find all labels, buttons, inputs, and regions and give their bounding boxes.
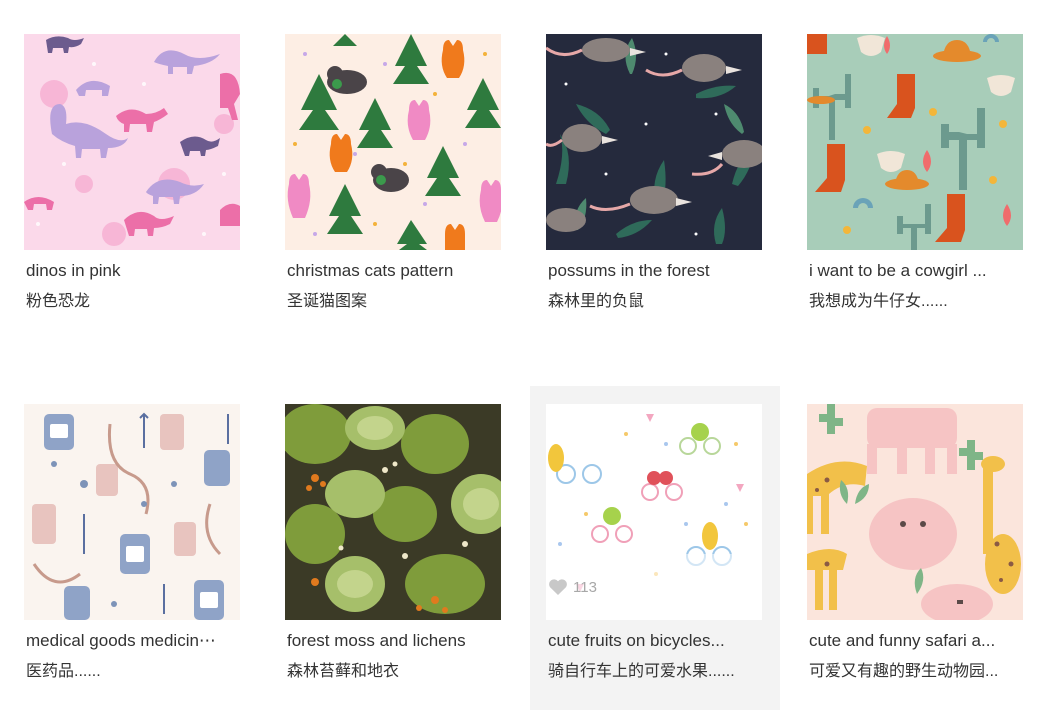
pattern-thumbnail[interactable]	[285, 34, 501, 250]
pattern-title[interactable]: cute and funny safari a...	[809, 630, 1029, 652]
christmas-cats-pattern-image	[285, 34, 501, 250]
pattern-card-possums[interactable]: possums in the forest 森林里的负鼠	[530, 10, 780, 330]
pattern-subtitle: 骑自行车上的可爱水果......	[548, 663, 735, 680]
pattern-subtitle: 圣诞猫图案	[287, 293, 368, 310]
likes-count: 113	[573, 578, 597, 596]
pattern-title[interactable]: medical goods medicin⋯	[26, 630, 246, 652]
pattern-card-fruits-bicycles[interactable]: 113 cute fruits on bicycles... 骑自行车上的可爱水…	[530, 386, 780, 710]
pattern-subtitle: 我想成为牛仔女......	[809, 293, 948, 310]
pattern-subtitle: 粉色恐龙	[26, 293, 91, 310]
possums-pattern-image	[546, 34, 762, 250]
pattern-thumbnail[interactable]	[285, 404, 501, 620]
pattern-card-safari[interactable]: cute and funny safari a... 可爱又有趣的野生动物园..…	[791, 380, 1041, 700]
pattern-title[interactable]: dinos in pink	[26, 260, 246, 282]
likes-counter[interactable]: 113	[548, 578, 597, 596]
medical-pattern-image	[24, 404, 240, 620]
pattern-subtitle: 可爱又有趣的野生动物园...	[809, 663, 999, 680]
pattern-grid: dinos in pink 粉色恐龙 christmas cats patter…	[0, 0, 1045, 710]
pattern-card-forest-moss[interactable]: forest moss and lichens 森林苔藓和地衣	[269, 380, 519, 700]
pattern-card-christmas-cats[interactable]: christmas cats pattern 圣诞猫图案	[269, 10, 519, 330]
pattern-thumbnail[interactable]	[807, 34, 1023, 250]
pattern-title[interactable]: christmas cats pattern	[287, 260, 507, 282]
forest-moss-pattern-image	[285, 404, 501, 620]
pattern-title[interactable]: i want to be a cowgirl ...	[809, 260, 1029, 282]
pattern-card-dinos-in-pink[interactable]: dinos in pink 粉色恐龙	[8, 10, 258, 330]
pattern-title[interactable]: possums in the forest	[548, 260, 768, 282]
pattern-card-cowgirl[interactable]: i want to be a cowgirl ... 我想成为牛仔女......	[791, 10, 1041, 330]
dinos-pattern-image	[24, 34, 240, 250]
pattern-title[interactable]: forest moss and lichens	[287, 630, 507, 652]
pattern-thumbnail[interactable]	[546, 34, 762, 250]
pattern-card-medical-goods[interactable]: medical goods medicin⋯ 医药品......	[8, 380, 258, 700]
pattern-subtitle: 森林苔藓和地衣	[287, 663, 400, 680]
pattern-subtitle: 医药品......	[26, 663, 101, 680]
pattern-thumbnail[interactable]	[807, 404, 1023, 620]
safari-pattern-image	[807, 404, 1023, 620]
cowgirl-pattern-image	[807, 34, 1023, 250]
pattern-subtitle: 森林里的负鼠	[548, 293, 645, 310]
pattern-title[interactable]: cute fruits on bicycles...	[548, 630, 768, 652]
pattern-thumbnail[interactable]	[24, 34, 240, 250]
pattern-thumbnail[interactable]	[24, 404, 240, 620]
heart-icon	[549, 579, 567, 595]
